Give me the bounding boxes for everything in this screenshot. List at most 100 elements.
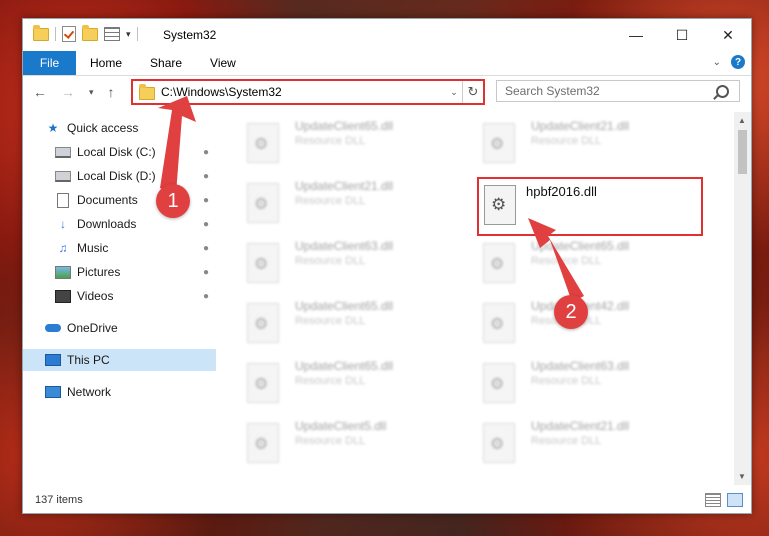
sidebar-item-music[interactable]: ♫ Music — [55, 237, 109, 259]
pin-icon[interactable]: ● — [203, 195, 209, 206]
customize-icon[interactable] — [104, 27, 120, 41]
file-item[interactable]: UpdateClient21.dll Resource DLL — [483, 417, 713, 473]
address-dropdown-icon[interactable]: ⌄ — [446, 87, 462, 98]
documents-icon — [55, 192, 71, 208]
highlighted-file-item[interactable]: hpbf2016.dll — [477, 177, 703, 236]
new-folder-icon[interactable] — [82, 24, 98, 41]
music-icon: ♫ — [58, 241, 68, 255]
sidebar-item-local-disk-c[interactable]: Local Disk (C:) — [55, 141, 156, 163]
sidebar-item-local-disk-d[interactable]: Local Disk (D:) — [55, 165, 156, 187]
large-icons-view-icon[interactable] — [727, 493, 743, 507]
file-name: UpdateClient65.dll — [295, 119, 394, 133]
sidebar-item-label: This PC — [67, 353, 110, 367]
scroll-thumb[interactable] — [738, 130, 747, 174]
scroll-down-icon[interactable]: ▼ — [738, 472, 746, 481]
file-name: hpbf2016.dll — [526, 184, 597, 199]
tab-file[interactable]: File — [23, 51, 76, 75]
star-icon: ★ — [47, 121, 59, 135]
sidebar-item-pictures[interactable]: Pictures — [55, 261, 120, 283]
pin-icon[interactable]: ● — [203, 243, 209, 254]
scroll-up-icon[interactable]: ▲ — [738, 116, 746, 125]
window-title: System32 — [163, 28, 217, 42]
pin-icon[interactable]: ● — [203, 267, 209, 278]
sidebar-item-videos[interactable]: Videos — [55, 285, 113, 307]
file-name: UpdateClient63.dll — [295, 239, 394, 253]
file-type: Resource DLL — [531, 255, 602, 267]
tab-share[interactable]: Share — [136, 51, 196, 75]
address-path[interactable]: C:\Windows\System32 — [161, 85, 446, 99]
drive-icon — [55, 145, 71, 159]
file-name: UpdateClient65.dll — [531, 239, 630, 253]
up-arrow-icon[interactable]: ↑ — [108, 84, 115, 100]
search-input[interactable]: Search System32 — [505, 84, 716, 98]
search-icon[interactable] — [716, 84, 729, 98]
file-type: Resource DLL — [295, 195, 366, 207]
videos-icon — [55, 289, 71, 303]
pictures-icon — [55, 265, 71, 279]
file-item[interactable]: UpdateClient65.dll Resource DLL — [247, 117, 477, 173]
navigation-bar: ← → ▾ ↑ C:\Windows\System32 ⌄ ↻ Search S… — [23, 76, 751, 110]
tab-home[interactable]: Home — [76, 51, 136, 75]
status-bar: 137 items — [23, 487, 751, 513]
sidebar-item-documents[interactable]: Documents — [55, 189, 138, 211]
file-item[interactable]: UpdateClient63.dll Resource DLL — [483, 357, 713, 413]
file-type: Resource DLL — [295, 315, 366, 327]
window-controls: — ☐ ✕ — [613, 19, 751, 51]
pin-icon[interactable]: ● — [203, 171, 209, 182]
minimize-button[interactable]: — — [613, 19, 659, 51]
pin-icon[interactable]: ● — [203, 291, 209, 302]
forward-arrow-icon[interactable]: → — [61, 84, 75, 100]
separator — [136, 27, 138, 41]
file-type: Resource DLL — [531, 135, 602, 147]
refresh-icon[interactable]: ↻ — [462, 81, 483, 103]
file-item[interactable]: UpdateClient21.dll Resource DLL — [483, 117, 713, 173]
dll-file-icon — [247, 183, 279, 223]
recent-locations-icon[interactable]: ▾ — [89, 87, 94, 98]
file-item[interactable]: UpdateClient42.dll Resource DLL — [483, 297, 713, 353]
properties-check-icon[interactable] — [62, 26, 76, 42]
item-count: 137 items — [35, 494, 83, 506]
file-item[interactable]: UpdateClient65.dll Resource DLL — [247, 297, 477, 353]
pc-icon — [45, 353, 61, 367]
title-bar: ▾ System32 — ☐ ✕ — [23, 19, 751, 51]
details-view-icon[interactable] — [705, 493, 721, 507]
maximize-button[interactable]: ☐ — [659, 19, 705, 51]
sidebar-item-label: Local Disk (C:) — [77, 145, 156, 159]
sidebar-item-network[interactable]: Network — [45, 381, 111, 403]
expand-ribbon-icon[interactable]: ⌄ — [713, 57, 721, 68]
file-item[interactable]: UpdateClient5.dll Resource DLL — [247, 417, 477, 473]
pin-icon[interactable]: ● — [203, 147, 209, 158]
downloads-icon: ↓ — [60, 217, 66, 231]
folder-icon — [33, 24, 49, 41]
qat-dropdown-icon[interactable]: ▾ — [126, 29, 131, 40]
pin-icon[interactable]: ● — [203, 219, 209, 230]
dll-file-icon — [247, 123, 279, 163]
file-item[interactable]: UpdateClient65.dll Resource DLL — [247, 357, 477, 413]
sidebar-item-label: Network — [67, 385, 112, 399]
sidebar-item-downloads[interactable]: ↓ Downloads — [55, 213, 136, 235]
tab-view[interactable]: View — [196, 51, 250, 75]
address-bar[interactable]: C:\Windows\System32 ⌄ ↻ — [131, 79, 485, 105]
explorer-window: ▾ System32 — ☐ ✕ File Home Share View ⌄ … — [22, 18, 752, 514]
sidebar-item-quick-access[interactable]: ★ Quick access — [45, 117, 139, 139]
file-type: Resource DLL — [531, 435, 602, 447]
back-arrow-icon[interactable]: ← — [33, 84, 47, 100]
dll-file-icon — [247, 363, 279, 403]
dll-file-icon — [247, 423, 279, 463]
help-icon[interactable]: ? — [731, 55, 745, 69]
search-box[interactable]: Search System32 — [496, 80, 740, 102]
file-item[interactable]: UpdateClient21.dll Resource DLL — [247, 177, 477, 233]
ribbon-right: ⌄ ? — [713, 55, 745, 69]
file-item[interactable]: UpdateClient63.dll Resource DLL — [247, 237, 477, 293]
dll-file-icon — [483, 423, 515, 463]
dll-file-icon — [483, 363, 515, 403]
vertical-scrollbar[interactable]: ▲ ▼ — [734, 112, 751, 485]
network-icon — [45, 385, 61, 399]
file-type: Resource DLL — [295, 435, 366, 447]
file-name: UpdateClient63.dll — [531, 359, 630, 373]
file-item[interactable]: UpdateClient65.dll Resource DLL — [483, 237, 713, 293]
sidebar-item-onedrive[interactable]: OneDrive — [45, 317, 118, 339]
sidebar-item-label: Pictures — [77, 265, 121, 279]
close-button[interactable]: ✕ — [705, 19, 751, 51]
sidebar-item-this-pc[interactable]: This PC — [23, 349, 216, 371]
